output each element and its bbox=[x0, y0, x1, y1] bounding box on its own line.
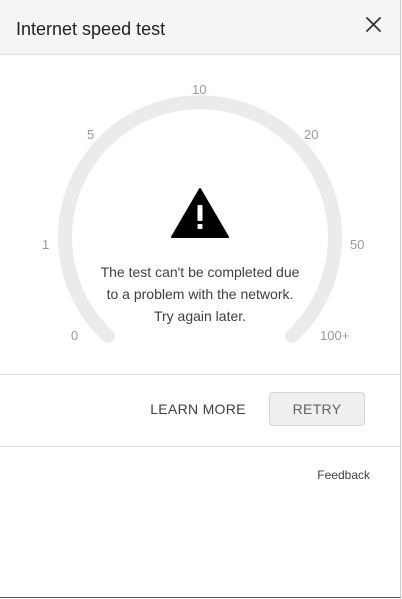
feedback-link[interactable]: Feedback bbox=[300, 468, 370, 482]
tick-label-20: 20 bbox=[304, 127, 319, 142]
tick-label-10: 10 bbox=[192, 82, 207, 97]
tick-label-1: 1 bbox=[42, 237, 50, 252]
close-icon bbox=[366, 17, 381, 32]
divider-bottom bbox=[0, 446, 400, 447]
speed-test-dialog: Internet speed test 0 1 5 10 20 50 100+ … bbox=[0, 0, 401, 598]
gauge-arc bbox=[58, 95, 342, 343]
tick-label-0: 0 bbox=[71, 328, 79, 343]
warning-triangle-icon bbox=[171, 188, 229, 238]
dialog-title: Internet speed test bbox=[16, 19, 166, 39]
tick-label-50: 50 bbox=[350, 237, 365, 252]
retry-button[interactable]: RETRY bbox=[269, 392, 365, 426]
speed-gauge: 0 1 5 10 20 50 100+ The test can't be co… bbox=[0, 55, 400, 375]
dialog-header: Internet speed test bbox=[0, 0, 400, 55]
divider-top bbox=[0, 374, 400, 375]
tick-label-100-plus: 100+ bbox=[320, 328, 350, 343]
learn-more-button[interactable]: LEARN MORE bbox=[146, 392, 250, 426]
tick-label-5: 5 bbox=[87, 127, 95, 142]
close-button[interactable] bbox=[360, 12, 386, 38]
error-message: The test can't be completed due to a pro… bbox=[100, 264, 300, 324]
